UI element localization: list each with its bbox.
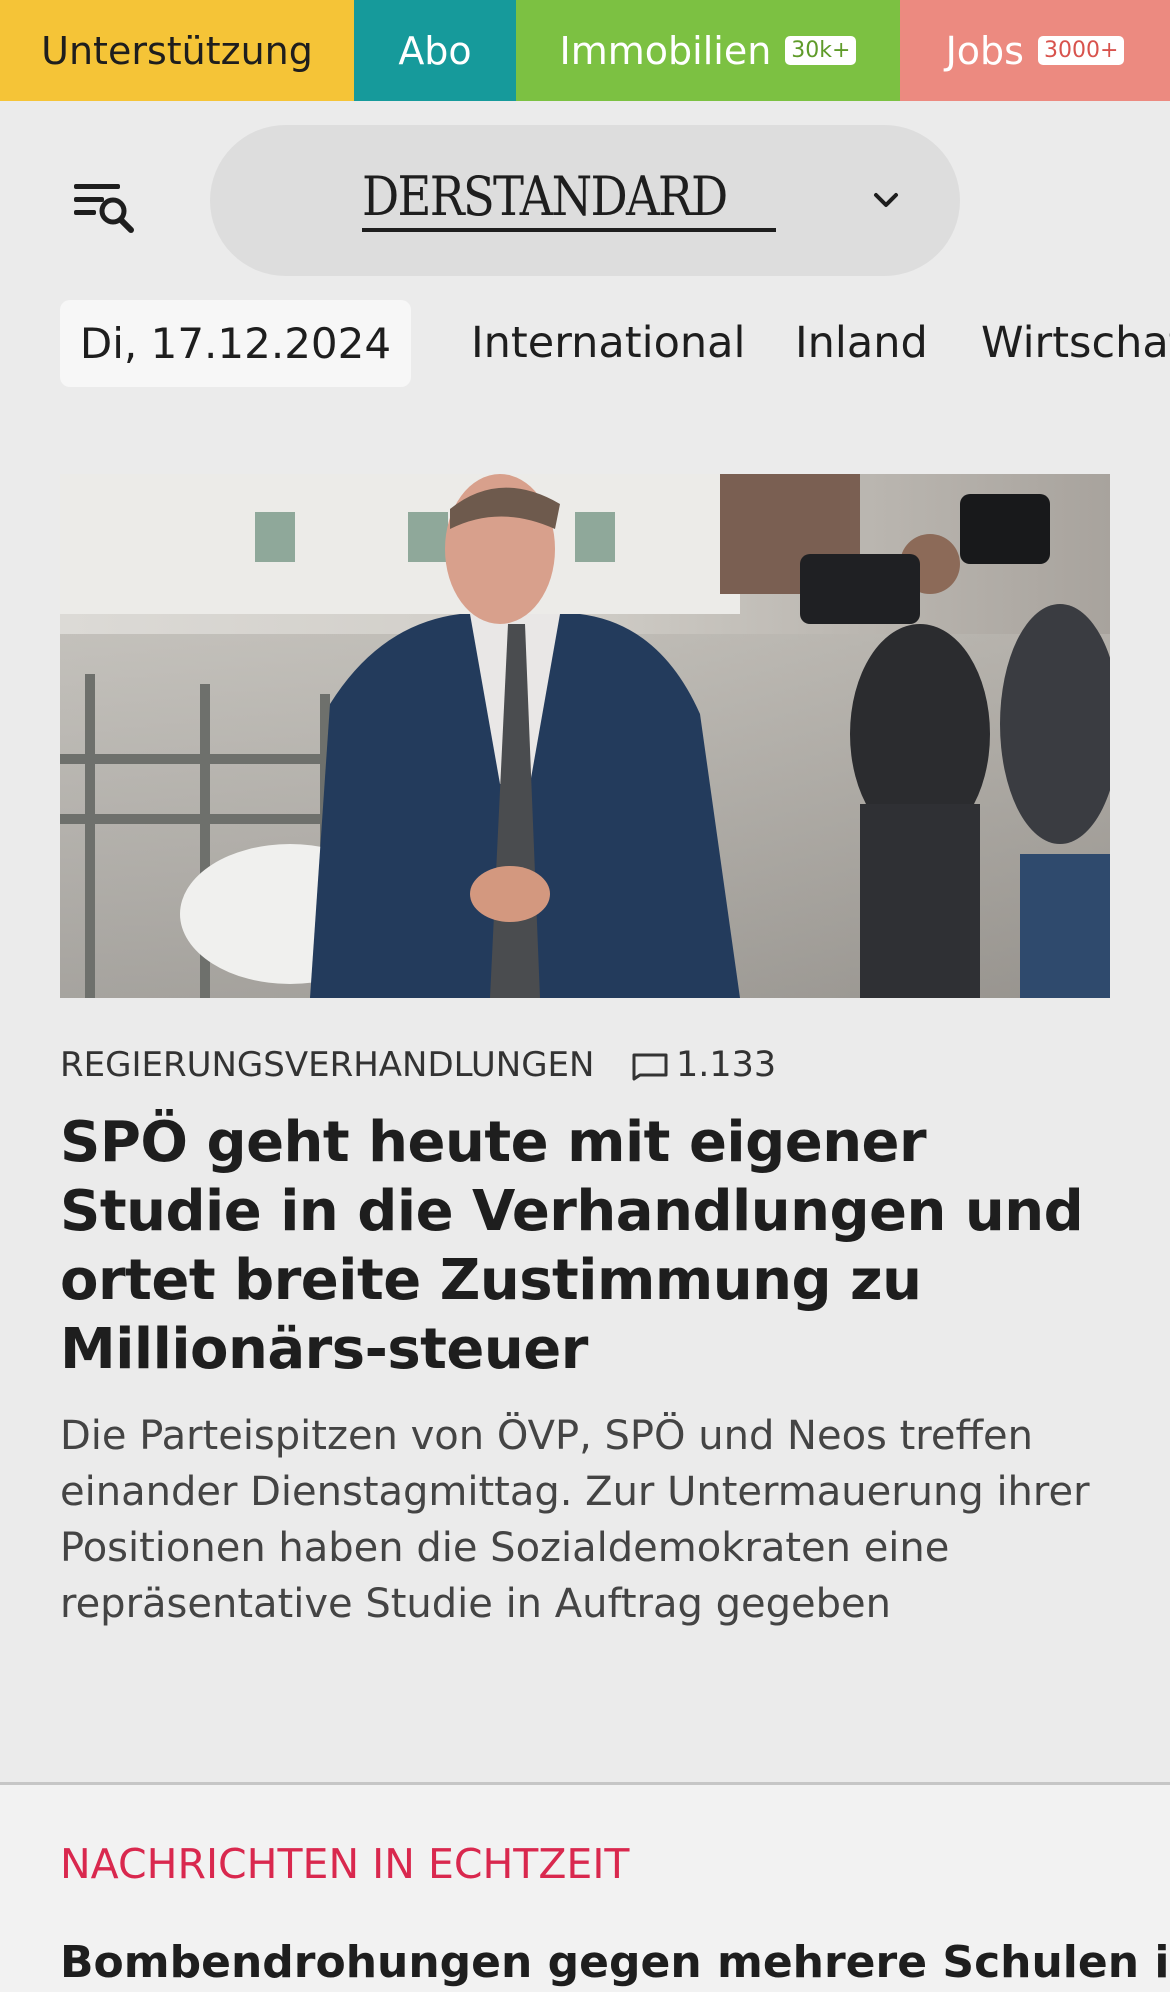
- menu-search-icon: [74, 184, 134, 233]
- abo-label: Abo: [398, 28, 472, 73]
- abo-link[interactable]: Abo: [354, 0, 516, 101]
- jobs-count-badge: 3000+: [1037, 36, 1125, 65]
- support-link[interactable]: Unterstützung: [0, 0, 354, 101]
- comment-icon: [632, 1053, 668, 1081]
- article-teaser[interactable]: Die Parteispitzen von ÖVP, SPÖ und Neos …: [60, 1408, 1120, 1632]
- menu-search-button[interactable]: [70, 178, 140, 238]
- service-bar: Unterstützung Abo Immobilien 30k+ Jobs 300…: [0, 0, 1170, 101]
- hero-photo: [60, 474, 1110, 998]
- derstandard-logo[interactable]: DERSTANDARD: [362, 162, 778, 232]
- comment-count-link[interactable]: 1.133: [630, 1040, 776, 1090]
- jobs-link[interactable]: Jobs 3000+: [900, 0, 1170, 101]
- chevron-down-icon: [874, 193, 898, 207]
- immobilien-count-badge: 30k+: [785, 36, 857, 65]
- jobs-label: Jobs: [945, 28, 1024, 73]
- article-kicker[interactable]: REGIERUNGSVERHANDLUNGEN: [60, 1040, 594, 1090]
- comment-count: 1.133: [676, 1045, 777, 1085]
- live-news-title[interactable]: NACHRICHTEN IN ECHTZEIT: [60, 1836, 629, 1892]
- logo-underline: [362, 228, 776, 232]
- edition-dropdown-button[interactable]: [866, 186, 906, 216]
- nav-item-international[interactable]: International: [471, 300, 745, 387]
- live-news-item[interactable]: Bombendrohungen gegen mehrere Schulen in: [60, 1934, 1170, 1992]
- logo-text: DERSTANDARD: [362, 165, 728, 228]
- hero-image[interactable]: [60, 474, 1110, 998]
- article-headline[interactable]: SPÖ geht heute mit eigener Studie in die…: [60, 1108, 1120, 1384]
- nav-item-inland[interactable]: Inland: [795, 300, 928, 387]
- immobilien-label: Immobilien: [559, 28, 772, 73]
- date-chip[interactable]: Di, 17.12.2024: [60, 300, 411, 387]
- support-label: Unterstützung: [41, 28, 313, 73]
- nav-item-wirtschaft[interactable]: Wirtschaft: [981, 300, 1170, 387]
- immobilien-link[interactable]: Immobilien 30k+: [516, 0, 900, 101]
